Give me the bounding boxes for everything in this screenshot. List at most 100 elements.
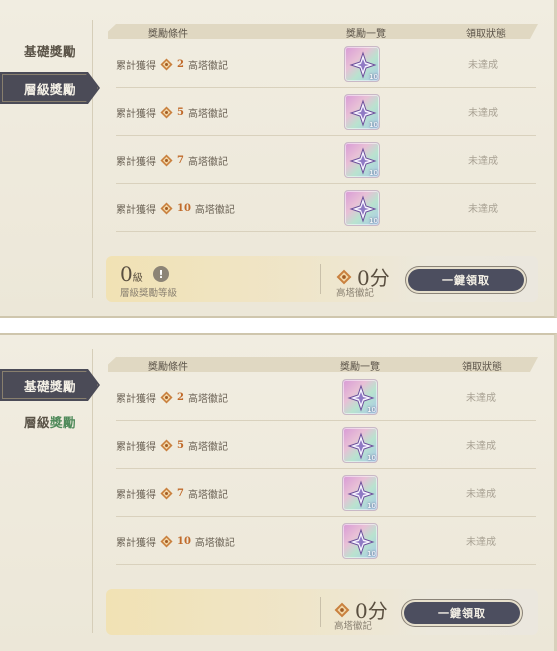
header-rewards: 獎勵一覽 <box>346 29 386 40</box>
summary-divider <box>320 264 321 294</box>
row-status: 未達成 <box>468 60 498 71</box>
row-condition: 累計獲得 2 高塔徽記 <box>116 55 228 73</box>
reward-item-icon[interactable]: 10 <box>344 94 380 130</box>
reward-count: 10 <box>367 406 376 414</box>
reward-panel-tier: 基礎獎勵 層級獎勵 獎勵條件 獎勵一覽 領取狀態 累計獲得 2 高塔徽記 10 … <box>0 0 557 318</box>
condition-count: 2 <box>177 391 184 403</box>
table-row: 累計獲得 7 高塔徽記 10 未達成 <box>116 469 536 517</box>
tier-level-unit: 級 <box>132 273 143 284</box>
table-row: 累計獲得 2 高塔徽記 10 未達成 <box>116 40 536 88</box>
claim-all-button[interactable]: 一鍵領取 <box>408 269 524 291</box>
condition-item: 高塔徽記 <box>187 60 228 72</box>
table-row: 累計獲得 10 高塔徽記 10 未達成 <box>116 184 536 232</box>
condition-prefix: 累計獲得 <box>116 60 156 72</box>
reward-count: 10 <box>369 217 378 225</box>
condition-prefix: 累計獲得 <box>116 537 156 549</box>
reward-item-icon[interactable]: 10 <box>342 427 378 463</box>
condition-count: 2 <box>177 58 184 70</box>
condition-item: 高塔徽記 <box>187 393 228 405</box>
tab-basic-rewards[interactable]: 基礎獎勵 <box>0 34 100 66</box>
reward-count: 10 <box>369 169 378 177</box>
reward-item-icon[interactable]: 10 <box>344 190 380 226</box>
condition-count: 7 <box>177 154 184 166</box>
reward-item-icon[interactable]: 10 <box>344 46 380 82</box>
condition-count: 10 <box>177 535 191 547</box>
reward-item-icon[interactable]: 10 <box>342 379 378 415</box>
condition-item: 高塔徽記 <box>187 441 228 453</box>
summary-bar: 0級 ! 層級獎勵等級 0分 高塔徽記 一鍵領取 <box>106 256 538 302</box>
row-condition: 累計獲得 5 高塔徽記 <box>116 436 228 454</box>
table-row: 累計獲得 7 高塔徽記 10 未達成 <box>116 136 536 184</box>
medal-icon <box>160 390 173 404</box>
condition-prefix: 累計獲得 <box>116 108 156 120</box>
medal-icon <box>160 105 173 119</box>
summary-bar: 0分 高塔徽記 一鍵領取 <box>106 589 538 635</box>
condition-item: 高塔徽記 <box>187 489 228 501</box>
reward-item-icon[interactable]: 10 <box>342 523 378 559</box>
reward-panel-basic: 基礎獎勵 層級 獎勵 獎勵條件 獎勵一覽 領取狀態 累計獲得 2 高塔徽記 10 … <box>0 333 557 651</box>
table-row: 累計獲得 5 高塔徽記 10 未達成 <box>116 421 536 469</box>
tab-tier-rewards[interactable]: 層級獎勵 <box>0 405 100 437</box>
condition-prefix: 累計獲得 <box>116 441 156 453</box>
tier-level: 0級 <box>120 262 143 286</box>
condition-count: 5 <box>177 439 184 451</box>
row-status: 未達成 <box>466 441 496 452</box>
reward-count: 10 <box>367 550 376 558</box>
medal-icon <box>160 438 173 452</box>
reward-count: 10 <box>367 454 376 462</box>
medal-icon <box>160 201 173 215</box>
condition-prefix: 累計獲得 <box>116 156 156 168</box>
condition-prefix: 累計獲得 <box>116 489 156 501</box>
condition-count: 7 <box>177 487 184 499</box>
condition-prefix: 累計獲得 <box>116 204 156 216</box>
medal-icon <box>336 269 352 284</box>
row-status: 未達成 <box>466 537 496 548</box>
row-condition: 累計獲得 2 高塔徽記 <box>116 388 228 406</box>
condition-prefix: 累計獲得 <box>116 393 156 405</box>
medal-icon <box>160 153 173 167</box>
medal-icon <box>334 602 350 617</box>
header-condition: 獎勵條件 <box>148 362 188 373</box>
condition-item: 高塔徽記 <box>194 204 235 216</box>
medal-total-label: 高塔徽記 <box>334 621 373 632</box>
table-row: 累計獲得 5 高塔徽記 10 未達成 <box>116 88 536 136</box>
row-status: 未達成 <box>468 204 498 215</box>
condition-count: 5 <box>177 106 184 118</box>
row-condition: 累計獲得 7 高塔徽記 <box>116 151 228 169</box>
tab-basic-rewards[interactable]: 基礎獎勵 <box>0 369 100 401</box>
medal-icon <box>160 486 173 500</box>
claim-all-button[interactable]: 一鍵領取 <box>404 602 520 624</box>
header-status: 領取狀態 <box>466 29 506 40</box>
condition-item: 高塔徽記 <box>187 156 228 168</box>
table-header: 獎勵條件 獎勵一覽 領取狀態 <box>108 24 538 39</box>
reward-count: 10 <box>367 502 376 510</box>
summary-divider <box>320 597 321 627</box>
condition-count: 10 <box>177 202 191 214</box>
tier-level-value: 0 <box>120 262 133 286</box>
info-icon[interactable]: ! <box>153 266 169 282</box>
row-status: 未達成 <box>466 489 496 500</box>
row-status: 未達成 <box>468 108 498 119</box>
row-status: 未達成 <box>466 393 496 404</box>
tab-tier-prefix: 層級 <box>24 414 51 430</box>
medal-icon <box>160 534 173 548</box>
medal-total-label: 高塔徽記 <box>336 288 375 299</box>
header-status: 領取狀態 <box>462 362 502 373</box>
condition-item: 高塔徽記 <box>187 108 228 120</box>
row-condition: 累計獲得 5 高塔徽記 <box>116 103 228 121</box>
header-rewards: 獎勵一覽 <box>340 362 380 373</box>
table-row: 累計獲得 2 高塔徽記 10 未達成 <box>116 373 536 421</box>
row-status: 未達成 <box>468 156 498 167</box>
table-header: 獎勵條件 獎勵一覽 領取狀態 <box>108 357 538 372</box>
header-condition: 獎勵條件 <box>148 29 188 40</box>
row-condition: 累計獲得 10 高塔徽記 <box>116 532 235 550</box>
reward-count: 10 <box>369 121 378 129</box>
reward-count: 10 <box>369 73 378 81</box>
medal-icon <box>160 57 173 71</box>
table-row: 累計獲得 10 高塔徽記 10 未達成 <box>116 517 536 565</box>
reward-item-icon[interactable]: 10 <box>342 475 378 511</box>
condition-item: 高塔徽記 <box>194 537 235 549</box>
reward-item-icon[interactable]: 10 <box>344 142 380 178</box>
tab-tier-rewards[interactable]: 層級獎勵 <box>0 72 100 104</box>
row-condition: 累計獲得 10 高塔徽記 <box>116 199 235 217</box>
